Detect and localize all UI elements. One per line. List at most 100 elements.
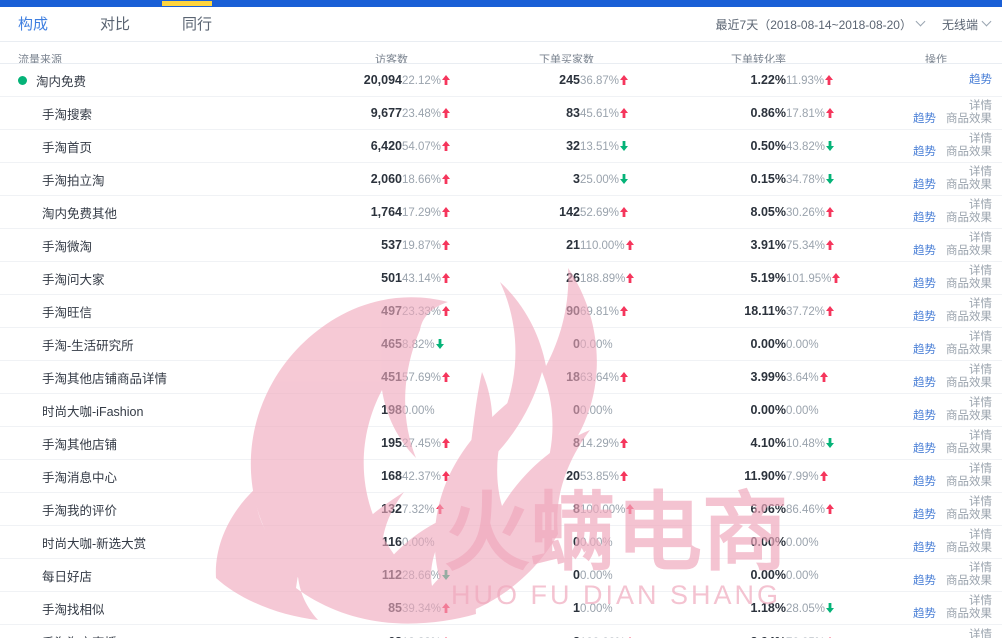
row-buyers-value: 0 [573,337,580,351]
action-trend-link[interactable]: 趋势 [913,344,936,357]
arrow-up-icon [442,438,451,448]
column-header-conversion[interactable]: 下单转化率 [670,52,870,64]
arrow-up-icon [442,207,451,217]
action-trend-link[interactable]: 趋势 [913,509,936,522]
action-trend-link[interactable]: 趋势 [913,245,936,258]
row-visitors: 168 42.37% [300,469,480,483]
action-product-effect-link[interactable]: 商品效果 [946,245,992,258]
arrow-up-icon [620,306,629,316]
column-header-source[interactable]: 流量来源 [0,52,300,64]
action-detail-link[interactable]: 详情 [969,199,992,212]
action-trend-link[interactable]: 趋势 [913,278,936,291]
arrow-up-icon [442,372,451,382]
action-product-effect-link[interactable]: 商品效果 [946,410,992,423]
table-row[interactable]: 手淘旺信 497 23.33% 90 69.81% 18.11% 37.72% 详情 趋势 商品效… [0,295,1002,328]
action-trend-link[interactable]: 趋势 [913,311,936,324]
row-buyers: 8 14.29% [480,436,670,450]
table-row[interactable]: 手淘消息中心 168 42.37% 20 53.85% 11.90% 7.99% 详情 趋势 商品… [0,460,1002,493]
action-product-effect-link[interactable]: 商品效果 [946,608,992,621]
table-row[interactable]: 手淘拍立淘 2,060 18.66% 3 25.00% 0.15% 34.78% 详情 趋势 商品… [0,163,1002,196]
action-detail-link[interactable]: 详情 [969,529,992,542]
row-buyers: 26 188.89% [480,271,670,285]
action-product-effect-link[interactable]: 商品效果 [946,212,992,225]
action-detail-link[interactable]: 详情 [969,364,992,377]
table-row[interactable]: 手淘搜索 9,677 23.48% 83 45.61% 0.86% 17.81% 详情 趋势 商品… [0,97,1002,130]
action-trend-link[interactable]: 趋势 [913,542,936,555]
row-buyers: 0 0.00% [480,568,670,582]
row-buyers-delta: 188.89% [580,272,658,285]
table-row[interactable]: 每日好店 112 28.66% 0 0.00% 0.00% 0.00% 详情 趋势 商品效果 [0,559,1002,592]
table-row[interactable]: 淘内免费其他 1,764 17.29% 142 52.69% 8.05% 30.26% 详情趋… [0,196,1002,229]
action-product-effect-link[interactable]: 商品效果 [946,311,992,324]
action-product-effect-link[interactable]: 商品效果 [946,476,992,489]
action-trend-link[interactable]: 趋势 [913,377,936,390]
row-source-label: 手淘-生活研究所 [42,338,134,353]
row-conversion-delta: 37.72% [786,305,858,318]
column-header-actions: 操作 [925,54,947,64]
table-row[interactable]: 手淘微淘 537 19.87% 21 110.00% 3.91% 75.34% 详情 趋势 商品效… [0,229,1002,262]
action-product-effect-link[interactable]: 商品效果 [946,542,992,555]
action-detail-link[interactable]: 详情 [969,100,992,113]
action-product-effect-link[interactable]: 商品效果 [946,278,992,291]
action-detail-link[interactable]: 详情 [969,595,992,608]
action-detail-link[interactable]: 详情 [969,331,992,344]
row-buyers-delta: 0.00% [580,570,613,582]
action-product-effect-link[interactable]: 商品效果 [946,344,992,357]
action-product-effect-link[interactable]: 商品效果 [946,575,992,588]
column-header-buyers[interactable]: 下单买家数 [480,52,670,64]
action-product-effect-link[interactable]: 商品效果 [946,113,992,126]
row-buyers-delta: 100.00% [580,503,658,516]
action-detail-link[interactable]: 详情 [969,397,992,410]
action-detail-link[interactable]: 详情 [969,629,992,638]
action-detail-link[interactable]: 详情 [969,430,992,443]
action-product-effect-link[interactable]: 商品效果 [946,443,992,456]
table-row[interactable]: 手淘其他店铺 195 27.45% 8 14.29% 4.10% 10.48% 详情 趋势 商品效… [0,427,1002,460]
row-conversion-value: 8.05% [750,205,786,219]
table-row[interactable]: 时尚大咖-iFashion 198 0.00% 0 0.00% 0.00% 0.00% 详情趋… [0,394,1002,427]
action-detail-link[interactable]: 详情 [969,133,992,146]
table-row[interactable]: 手淘首页 6,420 54.07% 32 13.51% 0.50% 43.82% 详情 趋势 商品… [0,130,1002,163]
row-buyers: 1 0.00% [480,601,670,615]
table-row[interactable]: 手淘我的评价 132 7.32% 8 100.00% 6.06% 86.46% 详情 趋势 商品效… [0,493,1002,526]
action-product-effect-link[interactable]: 商品效果 [946,377,992,390]
action-product-effect-link[interactable]: 商品效果 [946,146,992,159]
column-header-visitors[interactable]: 访客数 [300,52,480,64]
action-detail-link[interactable]: 详情 [969,496,992,509]
action-detail-link[interactable]: 详情 [969,298,992,311]
table-row[interactable]: 手淘其他店铺商品详情 451 57.69% 18 63.64% 3.99% 3.64% 详情趋… [0,361,1002,394]
action-detail-link[interactable]: 详情 [969,265,992,278]
device-selector[interactable]: 无线端 [942,16,992,33]
action-product-effect-link[interactable]: 商品效果 [946,179,992,192]
action-trend-link[interactable]: 趋势 [913,443,936,456]
table-row[interactable]: 手淘找相似 85 39.34% 1 0.00% 1.18% 28.05% 详情 趋势 商品效果 [0,592,1002,625]
table-row[interactable]: 手淘问大家 501 43.14% 26 188.89% 5.19% 101.95% 详情 趋势商… [0,262,1002,295]
date-range-selector[interactable]: 最近7天（2018-08-14~2018-08-20） [716,16,926,33]
action-trend-link[interactable]: 趋势 [913,113,936,126]
table-row[interactable]: 时尚大咖-新选大赏 116 0.00% 0 0.00% 0.00% 0.00% 详情 趋势 商品效… [0,526,1002,559]
row-visitors-delta: 7.32% [402,503,468,516]
table-row[interactable]: 手淘淘宝直播 6813.33%2100.00%2.94%76.05%详情趋势商品效… [0,625,1002,638]
action-detail-link[interactable]: 详情 [969,463,992,476]
action-trend-link[interactable]: 趋势 [913,410,936,423]
action-trend-link[interactable]: 趋势 [913,476,936,489]
action-detail-link[interactable]: 详情 [969,232,992,245]
table-row[interactable]: 淘内免费 20,094 22.12% 245 36.87% 1.22% 11.93% 趋势 [0,64,1002,97]
tab-peers[interactable]: 同行 [182,7,238,42]
action-trend-link[interactable]: 趋势 [913,608,936,621]
row-source-label: 淘内免费 [36,74,87,89]
action-detail-link[interactable]: 详情 [969,166,992,179]
row-visitors-value: 451 [381,370,402,384]
action-trend-link[interactable]: 趋势 [913,575,936,588]
table-row[interactable]: 手淘-生活研究所 465 8.82% 0 0.00% 0.00% 0.00% 详情 趋势 商品效果 [0,328,1002,361]
tab-composition[interactable]: 构成 [18,7,74,42]
action-trend-link[interactable]: 趋势 [913,212,936,225]
row-buyers-delta: 0.00% [580,603,613,615]
tab-comparison[interactable]: 对比 [100,7,156,42]
action-trend-link[interactable]: 趋势 [913,146,936,159]
action-trend-link[interactable]: 趋势 [913,179,936,192]
action-product-effect-link[interactable]: 商品效果 [946,509,992,522]
action-trend-link[interactable]: 趋势 [969,74,992,87]
action-detail-link[interactable]: 详情 [969,562,992,575]
row-visitors-delta: 0.00% [402,405,435,417]
row-visitors: 9,677 23.48% [300,106,480,120]
